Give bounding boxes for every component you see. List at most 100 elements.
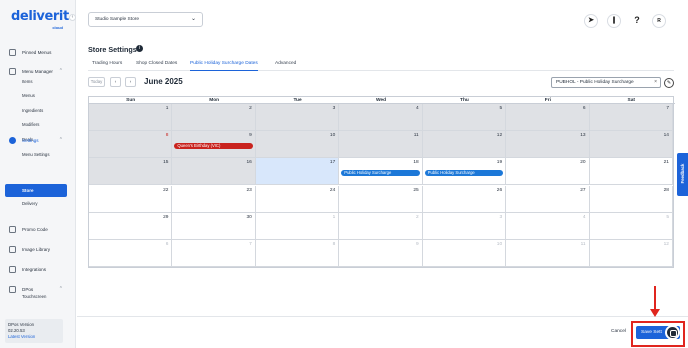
calendar-day-cell[interactable]: 11 [339,131,423,159]
sidebar-item-promo-code[interactable]: Promo Code [5,223,67,235]
surcharge-event[interactable]: Public Holiday Surcharge [341,170,420,177]
calendar-day-cell[interactable]: 7 [589,104,673,132]
calendar-day-cell[interactable]: 19 Public Holiday Surcharge [422,158,507,186]
calendar-day-cell[interactable]: 28 [589,185,673,213]
chevron-up-icon: ⌃ [58,286,63,292]
calendar-day-cell[interactable]: 2 [339,212,423,240]
sidebar-subitem-items[interactable]: Items [22,79,33,84]
calendar-day-cell[interactable]: 6 [506,104,590,132]
calendar-day-cell[interactable]: 14 [589,131,673,159]
next-month-button[interactable]: › [125,77,136,87]
calendar-day-cell[interactable]: 7 [172,239,256,267]
calendar-day-cell[interactable]: 13 [506,131,590,159]
calendar-day-cell[interactable]: 21 [589,158,673,186]
calendar-day-cell[interactable]: 5 [422,104,507,132]
store-select[interactable]: Studio Sample Store ⌄ [88,12,203,27]
sidebar-item-settings[interactable]: Settings ⌃ [5,134,67,146]
today-button[interactable]: Today [88,77,105,87]
day-number: 1 [165,106,169,111]
tab-trading-hours[interactable]: Trading Hours [92,59,122,71]
day-of-week-wed: Wed [375,98,387,103]
day-of-week-thu: Thu [460,98,469,103]
edit-icon[interactable]: ✎ [664,78,674,88]
day-number: 10 [496,241,503,247]
avatar[interactable]: R [652,14,666,28]
sidebar-subitem-store[interactable]: Store [5,184,67,197]
sidebar-subitem-ingredients[interactable]: Ingredients [22,108,43,113]
sidebar-subitem-delivery[interactable]: Delivery [22,201,38,206]
calendar-day-cell[interactable]: 2 [172,104,256,132]
pin-icon [9,48,16,56]
calendar-day-cell[interactable]: 22 [89,185,173,213]
calendar-day-cell[interactable]: 9 [339,239,423,267]
calendar-day-cell[interactable]: 3 [422,212,507,240]
calendar-day-cell[interactable]: 8 [89,131,173,159]
calendar-day-cell[interactable]: 25 [339,185,423,213]
calendar-day-cell[interactable]: 17 [255,158,340,186]
calendar-day-cell[interactable]: 4 [506,212,590,240]
calendar-day-cell[interactable]: 12 [589,239,673,267]
calendar-day-cell[interactable]: 30 [172,212,256,240]
rocket-icon[interactable]: ➤ [584,14,598,28]
calendar-day-cell[interactable]: 27 [506,185,590,213]
sidebar-item-menu-manager[interactable]: Menu Manager ⌃ [5,65,67,77]
sidebar-subitem-touchscreen[interactable]: Touchscreen [22,294,46,299]
footer-bar [77,316,688,348]
calendar-day-cell[interactable]: 23 [172,185,256,213]
day-number: 28 [663,187,669,193]
calendar-day-cell[interactable]: 29 [89,212,173,240]
calendar-day-cell[interactable]: 12 [422,131,507,159]
calendar-day-cell[interactable]: 26 [422,185,507,213]
sidebar-item-integrations[interactable]: Integrations [5,263,67,275]
calendar-day-cell[interactable]: 4 [339,104,423,132]
calendar-day-cell[interactable]: 5 [589,212,673,240]
holiday-event[interactable]: Queen's Birthday (VIC) [174,143,253,150]
day-number: 21 [663,160,669,166]
calendar-day-cell[interactable]: 10 [255,131,340,159]
day-number: 1 [332,214,336,220]
day-number: 10 [329,133,336,139]
calendar-day-cell[interactable]: 18 Public Holiday Surcharge [339,158,423,186]
feedback-tab[interactable]: Feedback [677,153,688,196]
logo[interactable]: deliverit cloud [11,10,69,32]
calendar-day-cell[interactable]: 10 [422,239,507,267]
surcharge-event[interactable]: Public Holiday Surcharge [424,170,504,177]
calendar-day-cell[interactable]: 1 [255,212,340,240]
tab-public-holiday-surcharge-dates[interactable]: Public Holiday Surcharge Dates [190,59,258,71]
calendar-day-cell[interactable]: 8 [255,239,340,267]
attachment-icon[interactable]: ∥ [607,14,621,28]
tab-advanced[interactable]: Advanced [275,59,296,71]
calendar-day-cell[interactable]: 15 [89,158,173,186]
feedback-label: Feedback [680,163,685,184]
annotation-highlight-box [631,321,685,347]
help-icon[interactable]: ? [630,14,644,28]
sidebar-item-image-library[interactable]: Image Library [5,243,67,255]
calendar-day-cell[interactable]: 11 [506,239,590,267]
sidebar-collapse-button[interactable]: ‹ [69,14,76,21]
calendar-day-cell[interactable]: 3 [255,104,340,132]
chevron-down-icon: ⌄ [190,16,196,22]
surcharge-filter-select[interactable]: PUBHOL - Public Holiday Surcharge × [551,77,661,88]
calendar-day-cell[interactable]: 9 Queen's Birthday (VIC) [172,131,256,159]
day-number: 16 [246,160,252,166]
calendar-day-cell[interactable]: 1 [89,104,173,132]
calendar-day-cell[interactable]: 20 [506,158,590,186]
sidebar-item-pinned-menus[interactable]: Pinned Menus [5,46,67,58]
cancel-button[interactable]: Cancel [611,329,626,334]
tab-shop-closed-dates[interactable]: Shop Closed Dates [136,59,177,71]
day-number: 2 [416,214,419,220]
latest-version-link[interactable]: Latest Version [8,334,60,340]
sidebar-subitem-modifiers[interactable]: Modifiers [22,122,39,127]
calendar-day-cell[interactable]: 6 [89,239,173,267]
calendar-day-cell[interactable]: 16 [172,158,256,186]
info-icon[interactable]: i [136,45,143,52]
calendar-day-cell[interactable]: 24 [255,185,340,213]
sidebar-subitem-menu-settings[interactable]: Menu Settings [22,152,49,157]
sidebar-subitem-menus[interactable]: Menus [22,93,35,98]
sidebar-item-label: Promo Code [22,226,48,232]
prev-month-button[interactable]: ‹ [110,77,121,87]
day-number: 26 [496,187,503,193]
day-number: 12 [663,241,669,247]
clear-icon[interactable]: × [654,78,657,87]
day-number: 5 [499,106,503,111]
